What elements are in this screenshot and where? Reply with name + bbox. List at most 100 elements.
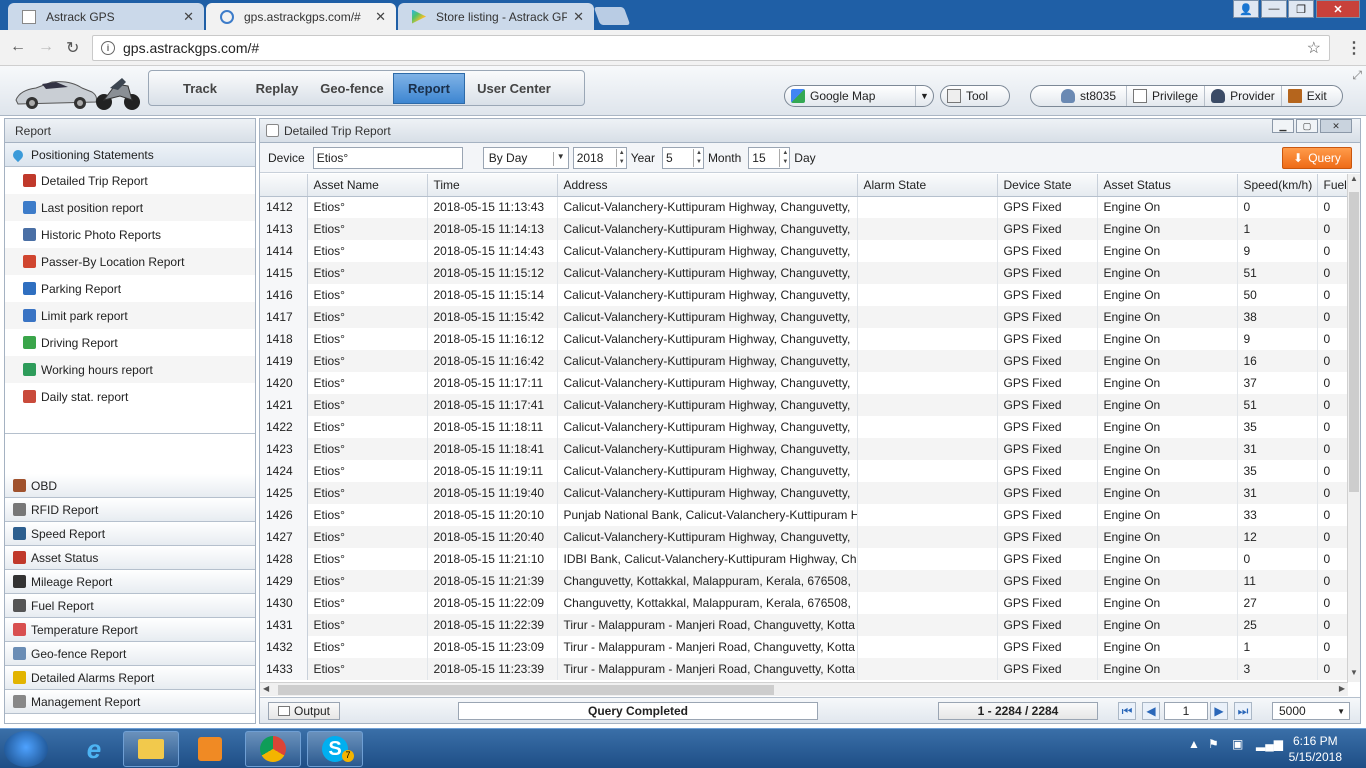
map-selector-value[interactable]: Google Map [785,86,915,106]
day-stepper[interactable]: 15 [748,146,791,169]
table-row[interactable]: 1433 Etios° 2018-05-15 11:23:39 Tirur - Mal… [260,658,1348,680]
internet-explorer-icon[interactable]: e [66,731,122,767]
group-temperature[interactable]: Temperature Report [5,618,255,642]
column-header-time[interactable]: Time [427,174,558,197]
nav-replay[interactable]: Replay [243,73,311,104]
close-tab-icon[interactable]: ✕ [375,9,386,25]
group-alarm[interactable]: Detailed Alarms Report [5,666,255,690]
group-management[interactable]: Management Report [5,690,255,714]
browser-tab-1[interactable]: gps.astrackgps.com/# ✕ [206,3,396,30]
privilege-button[interactable]: Privilege [1126,86,1204,106]
scroll-up-icon[interactable]: ▲ [1348,174,1360,188]
info-icon[interactable]: i [101,41,115,55]
nav-report[interactable]: Report [393,73,465,104]
sidebar-item-parking[interactable]: Parking Report [5,275,255,302]
fullscreen-icon[interactable]: ⤢ [1352,68,1362,83]
scroll-down-icon[interactable]: ▼ [1348,668,1360,682]
table-row[interactable]: 1414 Etios° 2018-05-15 11:14:43 Calicut-Val… [260,240,1348,262]
table-row[interactable]: 1421 Etios° 2018-05-15 11:17:41 Calicut-Val… [260,394,1348,416]
table-row[interactable]: 1427 Etios° 2018-05-15 11:20:40 Calicut-Val… [260,526,1348,548]
map-selector[interactable]: Google Map ▼ [784,85,934,107]
sidebar-item-calendar[interactable]: Daily stat. report [5,383,255,410]
table-row[interactable]: 1431 Etios° 2018-05-15 11:22:39 Tirur - Mal… [260,614,1348,636]
column-header-address[interactable]: Address [557,174,858,197]
new-tab-button[interactable] [593,7,631,25]
provider-button[interactable]: Provider [1204,86,1281,106]
last-page-icon[interactable]: ⏭ [1234,702,1252,720]
group-obd[interactable]: OBD [5,474,255,498]
table-row[interactable]: 1418 Etios° 2018-05-15 11:16:12 Calicut-Val… [260,328,1348,350]
user-profile-button[interactable]: 👤 [1233,0,1259,18]
nav-track[interactable]: Track [157,73,243,104]
chevron-down-icon[interactable]: ▼ [915,86,933,106]
panel-minimize-button[interactable]: ▁ [1272,119,1294,133]
media-player-icon[interactable] [182,731,238,767]
table-row[interactable]: 1413 Etios° 2018-05-15 11:14:13 Calicut-Val… [260,218,1348,240]
sidebar-item-working-hours[interactable]: Working hours report [5,356,255,383]
year-stepper[interactable]: 2018 [572,146,627,169]
group-mileage[interactable]: Mileage Report [5,570,255,594]
close-tab-icon[interactable]: ✕ [183,9,194,25]
file-explorer-icon[interactable] [123,731,179,767]
sidebar-item-photo[interactable]: Historic Photo Reports [5,221,255,248]
column-header-device-state[interactable]: Device State [997,174,1098,197]
show-hidden-icons[interactable]: ▲ [1188,737,1200,751]
sidebar-item-trip-report[interactable]: Detailed Trip Report [5,167,255,194]
column-header-fuel[interactable]: Fuel [1317,174,1348,197]
bookmark-star-icon[interactable]: ☆ [1307,38,1321,58]
panel-close-button[interactable]: ✕ [1320,119,1352,133]
scroll-right-icon[interactable]: ▶ [1339,684,1345,693]
column-header-speed-km-h[interactable]: Speed(km/h) [1237,174,1318,197]
signal-icon[interactable]: ▂▄▆ [1256,737,1283,751]
nav-geo-fence[interactable]: Geo-fence [311,73,393,104]
column-header-asset-name[interactable]: Asset Name [307,174,428,197]
prev-page-icon[interactable]: ◀ [1142,702,1160,720]
skype-icon[interactable]: S 7 [307,731,363,767]
column-header-asset-status[interactable]: Asset Status [1097,174,1238,197]
chrome-menu-icon[interactable]: ⋮ [1346,38,1362,58]
sidebar-item-last-position[interactable]: Last position report [5,194,255,221]
maximize-button[interactable]: ❐ [1288,0,1314,18]
tool-button[interactable]: Tool [940,85,1010,107]
table-row[interactable]: 1417 Etios° 2018-05-15 11:15:42 Calicut-Val… [260,306,1348,328]
month-stepper[interactable]: 5 [661,146,704,169]
group-fuel[interactable]: Fuel Report [5,594,255,618]
table-row[interactable]: 1429 Etios° 2018-05-15 11:21:39 Changuvetty… [260,570,1348,592]
group-car[interactable]: Asset Status [5,546,255,570]
sidebar-item-driving[interactable]: Driving Report [5,329,255,356]
table-row[interactable]: 1412 Etios° 2018-05-15 11:13:43 Calicut-Val… [260,196,1348,218]
table-row[interactable]: 1425 Etios° 2018-05-15 11:19:40 Calicut-Val… [260,482,1348,504]
table-row[interactable]: 1428 Etios° 2018-05-15 11:21:10 IDBI Bank, … [260,548,1348,570]
panel-maximize-button[interactable]: ▢ [1296,119,1318,133]
first-page-icon[interactable]: ⏮ [1118,702,1136,720]
group-geofence[interactable]: Geo-fence Report [5,642,255,666]
page-size-select[interactable]: 5000 ▼ [1272,702,1350,720]
table-row[interactable]: 1422 Etios° 2018-05-15 11:18:11 Calicut-Val… [260,416,1348,438]
table-row[interactable]: 1415 Etios° 2018-05-15 11:15:12 Calicut-Val… [260,262,1348,284]
group-speed[interactable]: Speed Report [5,522,255,546]
chrome-icon[interactable] [245,731,301,767]
browser-tab-0[interactable]: Astrack GPS ✕ [8,3,204,30]
browser-tab-2[interactable]: Store listing - Astrack GP ✕ [398,3,594,30]
nav-user-center[interactable]: User Center [467,73,561,104]
table-row[interactable]: 1426 Etios° 2018-05-15 11:20:10 Punjab Nati… [260,504,1348,526]
sidebar-item-limit-park[interactable]: Limit park report [5,302,255,329]
period-select[interactable]: By Day [482,146,569,169]
exit-button[interactable]: Exit [1280,86,1333,106]
url-bar[interactable]: i gps.astrackgps.com/# ☆ [92,35,1330,61]
horizontal-scrollbar[interactable]: ◀ ▶ [260,682,1348,696]
query-button[interactable]: ⬇ Query [1282,147,1352,169]
scrollbar-thumb[interactable] [1349,192,1359,492]
device-input[interactable]: Etios° [312,146,463,169]
sidebar-item-location[interactable]: Passer-By Location Report [5,248,255,275]
group-positioning-statements[interactable]: Positioning Statements [5,143,255,167]
back-arrow-icon[interactable]: ← [10,38,26,56]
next-page-icon[interactable]: ▶ [1210,702,1228,720]
page-number-input[interactable]: 1 [1164,702,1208,720]
network-icon[interactable]: ▣ [1232,737,1243,751]
table-row[interactable]: 1424 Etios° 2018-05-15 11:19:11 Calicut-Val… [260,460,1348,482]
output-button[interactable]: Output [268,702,340,720]
table-row[interactable]: 1430 Etios° 2018-05-15 11:22:09 Changuvetty… [260,592,1348,614]
table-row[interactable]: 1432 Etios° 2018-05-15 11:23:09 Tirur - Mal… [260,636,1348,658]
vertical-scrollbar[interactable]: ▲ ▼ [1347,174,1360,682]
